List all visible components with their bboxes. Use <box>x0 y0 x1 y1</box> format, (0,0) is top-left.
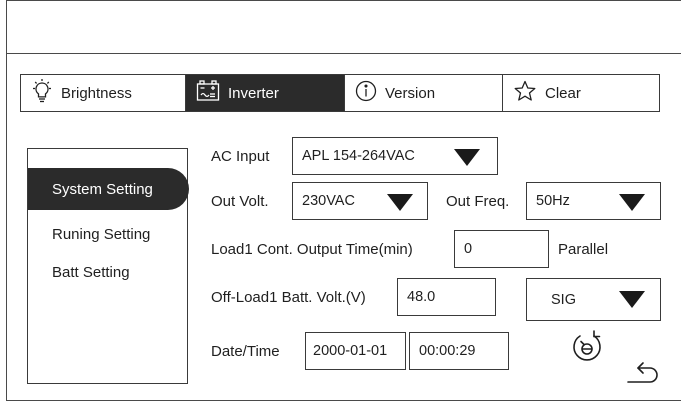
tab-version[interactable]: Version <box>345 75 503 111</box>
sidebar-item-runing-setting[interactable]: Runing Setting <box>28 213 150 255</box>
dropdown-arrow-icon <box>619 194 645 211</box>
sidebar-item-label: System Setting <box>52 180 153 198</box>
ac-input-select[interactable]: APL 154-264VAC <box>292 137 498 175</box>
tab-brightness-label: Brightness <box>61 84 132 102</box>
header-divider <box>6 53 681 54</box>
sidebar-item-batt-setting[interactable]: Batt Setting <box>28 251 130 293</box>
parallel-label: Parallel <box>558 241 609 258</box>
out-freq-select[interactable]: 50Hz <box>526 182 661 220</box>
time-value: 00:00:29 <box>419 343 476 359</box>
tab-brightness[interactable]: Brightness <box>21 75 186 111</box>
tab-inverter[interactable]: Inverter <box>186 75 345 111</box>
out-volt-label: Out Volt. <box>211 193 269 210</box>
datetime-label: Date/Time <box>211 343 280 360</box>
sidebar-item-label: Runing Setting <box>52 225 151 243</box>
tab-inverter-label: Inverter <box>228 84 279 102</box>
sidebar-item-system-setting[interactable]: System Setting <box>28 168 189 210</box>
tab-clear-label: Clear <box>545 84 581 102</box>
tab-clear[interactable]: Clear <box>503 75 659 111</box>
off-load1-volt-value: 48.0 <box>407 289 436 305</box>
off-load1-volt-label: Off-Load1 Batt. Volt.(V) <box>211 289 366 306</box>
sun-icon <box>31 79 53 107</box>
off-load1-volt-input[interactable]: 48.0 <box>397 278 496 316</box>
mode-select[interactable]: SIG <box>526 278 661 321</box>
out-volt-value: 230VAC <box>302 193 355 209</box>
sidebar: System Setting Runing Setting Batt Setti… <box>27 148 189 384</box>
ac-input-label: AC Input <box>211 148 270 165</box>
out-freq-value: 50Hz <box>536 193 570 209</box>
tab-bar: Brightness Inverter Version Clear <box>20 74 660 112</box>
load1-time-label: Load1 Cont. Output Time(min) <box>211 241 413 258</box>
sync-icon[interactable] <box>570 330 604 366</box>
info-icon <box>355 80 377 106</box>
load1-time-value: 0 <box>464 241 473 257</box>
tab-version-label: Version <box>385 84 436 102</box>
date-value: 2000-01-01 <box>313 343 388 359</box>
battery-icon <box>196 80 220 106</box>
time-input[interactable]: 00:00:29 <box>409 332 509 370</box>
ac-input-value: APL 154-264VAC <box>302 148 415 164</box>
dropdown-arrow-icon <box>454 149 480 166</box>
out-freq-label: Out Freq. <box>446 193 510 210</box>
out-volt-select[interactable]: 230VAC <box>292 182 428 220</box>
star-icon <box>513 80 537 106</box>
dropdown-arrow-icon <box>387 194 413 211</box>
load1-time-input[interactable]: 0 <box>454 230 549 268</box>
back-arrow-icon[interactable] <box>624 358 660 386</box>
date-input[interactable]: 2000-01-01 <box>305 332 406 370</box>
dropdown-arrow-icon <box>619 291 645 308</box>
sidebar-item-label: Batt Setting <box>52 263 130 281</box>
mode-value: SIG <box>551 291 576 308</box>
